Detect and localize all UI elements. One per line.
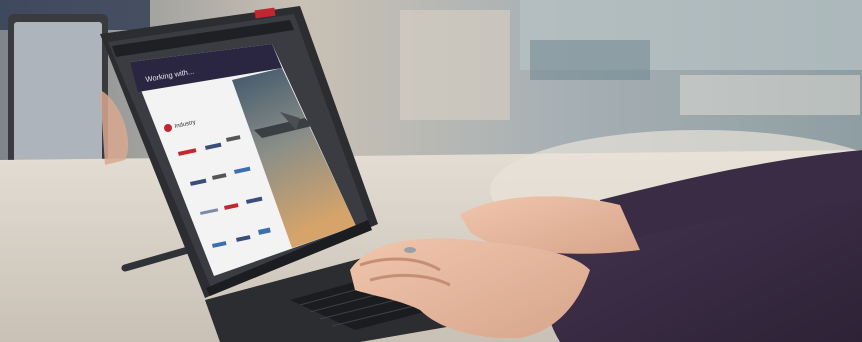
industry-bullet-icon xyxy=(164,124,172,132)
photo-canvas: Working with... Industry xyxy=(0,0,862,342)
ring xyxy=(404,247,416,253)
photo-scene: Working with... Industry xyxy=(0,0,862,342)
